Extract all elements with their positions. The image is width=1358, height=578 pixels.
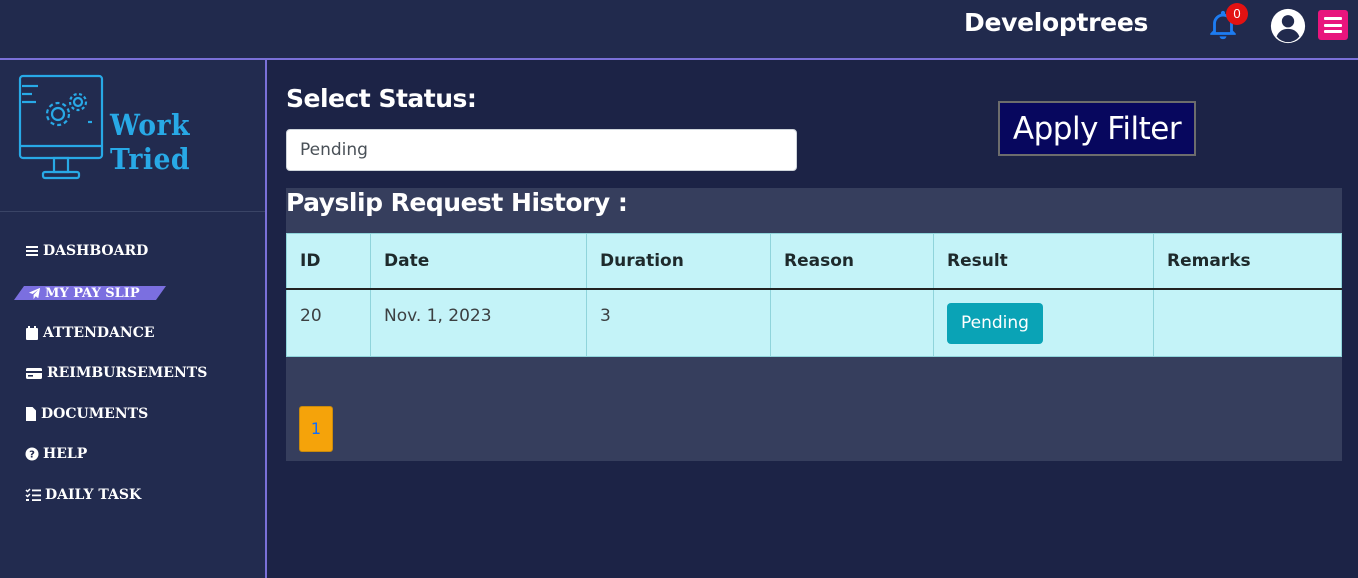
sidebar-item-label: DAILY TASK [45,487,142,503]
cell-remarks [1153,288,1342,357]
select-status-label: Select Status: [286,84,477,113]
logo-text: Work Tried [110,108,191,176]
column-header-reason: Reason [770,233,934,290]
sidebar-item-label: REIMBURSEMENTS [47,365,208,381]
payslip-history-title: Payslip Request History : [286,188,628,217]
sidebar-divider [0,211,265,212]
credit-card-icon [26,368,42,379]
column-header-date: Date [370,233,587,290]
pending-status-badge[interactable]: Pending [947,302,1043,344]
sidebar-item-label: MY PAY SLIP [45,285,140,301]
svg-text:?: ? [29,450,35,461]
bars-icon [26,246,38,256]
sidebar-item-help[interactable]: ? HELP [25,442,87,466]
column-header-id: ID [286,233,371,290]
cell-id: 20 [286,288,371,357]
payslip-history-panel: Payslip Request History : ID Date Durati… [286,188,1342,461]
hamburger-menu-icon[interactable] [1318,10,1348,40]
file-icon [26,407,36,421]
sidebar-item-attendance[interactable]: ATTENDANCE [25,321,155,345]
sidebar-item-documents[interactable]: DOCUMENTS [25,402,148,426]
status-select[interactable]: Pending [286,129,797,171]
question-circle-icon: ? [25,447,39,461]
top-navbar: Developtrees 0 [0,0,1358,60]
pagination-page-1[interactable]: 1 [299,406,333,452]
status-select-value: Pending [300,140,368,160]
column-header-result: Result [933,233,1154,290]
cell-duration: 3 [586,288,771,357]
brand-name[interactable]: Developtrees [964,8,1148,37]
column-header-duration: Duration [586,233,771,290]
cell-result: Pending [933,288,1154,357]
sidebar: Work Tried DASHBOARD MY PAY SLIP ATTENDA… [0,60,267,578]
tasks-list-icon [25,488,41,501]
table-header-row: ID Date Duration Reason Result Remarks [286,233,1342,290]
sidebar-item-label: DASHBOARD [43,243,149,259]
paper-plane-icon [28,287,41,300]
cell-reason [770,288,934,357]
calendar-icon [26,326,38,340]
table-row: 20 Nov. 1, 2023 3 Pending [286,288,1342,357]
main-content: Select Status: Pending Apply Filter Pays… [267,62,1358,578]
notification-count-badge: 0 [1226,3,1248,25]
sidebar-item-reimbursements[interactable]: REIMBURSEMENTS [25,361,207,385]
cell-date: Nov. 1, 2023 [370,288,587,357]
sidebar-item-label: ATTENDANCE [43,325,155,341]
column-header-remarks: Remarks [1153,233,1342,290]
sidebar-item-label: DOCUMENTS [41,406,149,422]
sidebar-item-daily-task[interactable]: DAILY TASK [25,483,141,507]
sidebar-item-my-pay-slip[interactable]: MY PAY SLIP [14,286,166,300]
payslip-history-table: ID Date Duration Reason Result Remarks 2… [286,233,1342,357]
user-avatar-icon[interactable] [1269,7,1307,45]
sidebar-item-dashboard[interactable]: DASHBOARD [25,239,148,263]
apply-filter-button[interactable]: Apply Filter [998,101,1196,156]
sidebar-item-label: HELP [43,446,88,462]
